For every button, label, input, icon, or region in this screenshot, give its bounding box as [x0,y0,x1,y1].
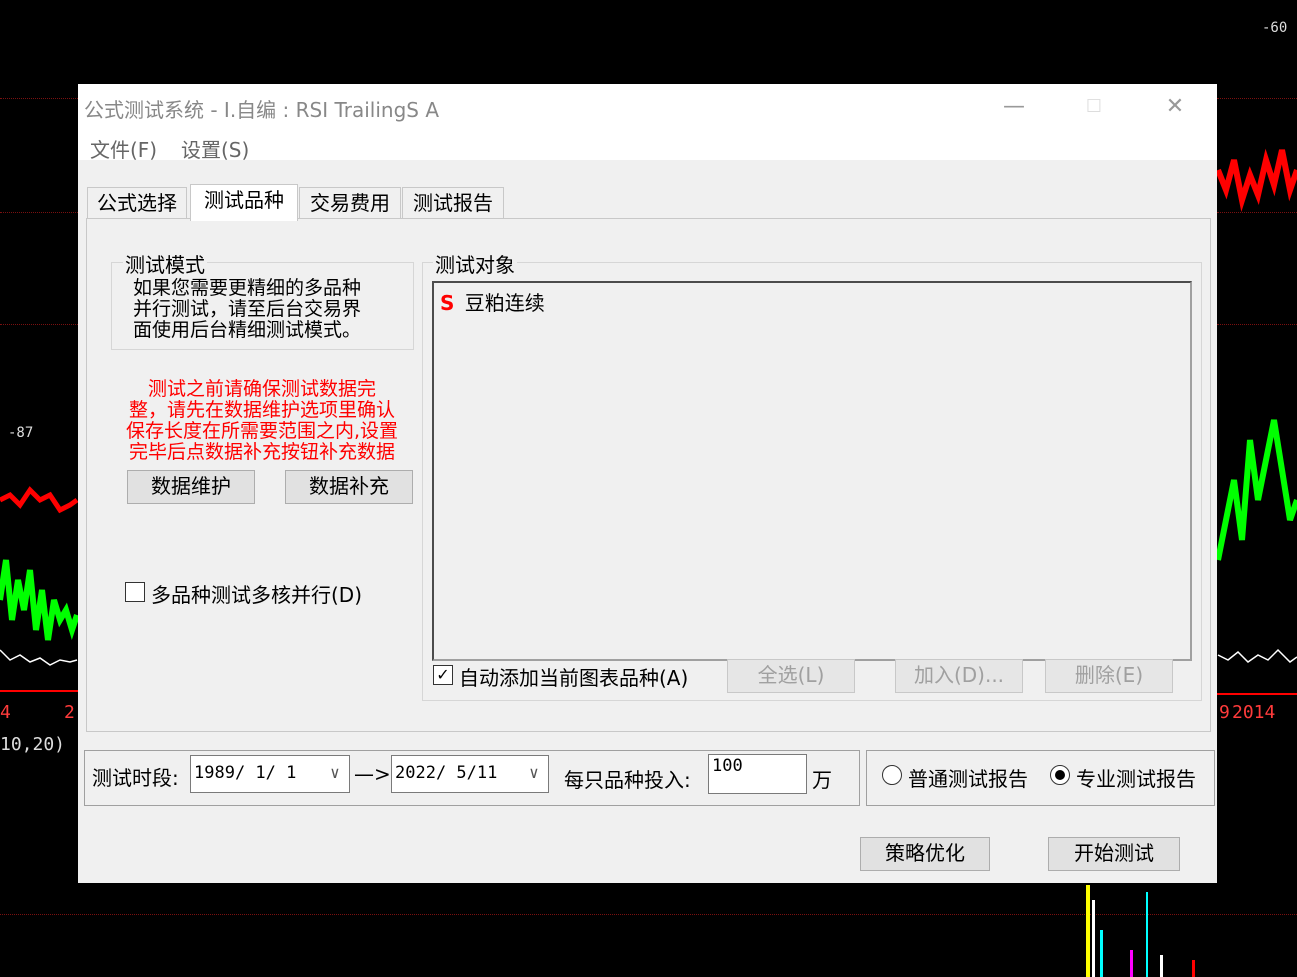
axis-year-label: 9 [1219,702,1230,723]
investment-unit: 万 [812,768,832,792]
data-maintain-button[interactable]: 数据维护 [127,470,255,504]
menu-settings[interactable]: 设置(S) [181,134,249,163]
start-test-button[interactable]: 开始测试 [1048,837,1180,871]
menu-bar: 文件(F) 设置(S) [78,128,1217,163]
radio-normal-report[interactable] [882,765,902,785]
delete-button[interactable]: 删除(E) [1045,659,1173,693]
multicore-checkbox[interactable] [125,582,145,602]
tab-formula-select[interactable]: 公式选择 [87,187,187,220]
axis-year-label: 2014 [1232,702,1276,723]
auto-add-label: 自动添加当前图表品种(A) [459,666,689,690]
list-item[interactable]: S 豆粕连续 [440,287,545,316]
tab-trading-fees[interactable]: 交易费用 [299,187,401,220]
tab-test-report[interactable]: 测试报告 [402,187,504,220]
axis-year-label: 4 [0,702,11,723]
title-bar: 公式测试系统 - I.自编 : RSI TrailingS A — ☐ ✕ [78,84,1217,128]
indicator-params-label: 10,20) [0,734,66,755]
radio-pro-report[interactable] [1050,765,1070,785]
warning-line: 完毕后点数据补充按钮补充数据 [128,441,395,463]
data-supplement-button[interactable]: 数据补充 [285,470,413,504]
pro-report-label: 专业测试报告 [1076,767,1196,791]
chevron-down-icon[interactable]: ∨ [524,756,544,790]
chevron-down-icon[interactable]: ∨ [325,756,345,790]
warning-line: 整，请先在数据维护选项里确认 [128,399,395,421]
tab-test-symbols[interactable]: 测试品种 [190,184,298,221]
test-objects-label: 测试对象 [433,249,517,278]
maximize-icon[interactable]: ☐ [1074,92,1114,122]
investment-input[interactable]: 100 [708,754,807,794]
window-title: 公式测试系统 - I.自编 : RSI TrailingS A [84,98,440,122]
start-date-combo[interactable]: 1989/ 1/ 1 ∨ [190,755,350,793]
strategy-marker: S [440,291,455,315]
investment-label: 每只品种投入: [564,768,691,792]
menu-file[interactable]: 文件(F) [90,134,157,163]
minimize-icon[interactable]: — [994,92,1034,122]
formula-test-dialog: 公式测试系统 - I.自编 : RSI TrailingS A — ☐ ✕ 文件… [78,84,1217,883]
warning-line: 测试之前请确保测试数据完 [147,378,376,400]
period-arrow: —> [354,762,391,786]
tab-panel-test-symbols: 测试模式 如果您需要更精细的多品种 并行测试，请至后台交易界 面使用后台精细测试… [86,218,1211,732]
close-icon[interactable]: ✕ [1155,92,1195,122]
period-label: 测试时段: [92,766,179,790]
auto-add-checkbox[interactable]: ✓ [433,665,453,685]
radio-selected-dot [1055,770,1065,780]
note-line: 如果您需要更精细的多品种 [133,277,362,299]
symbol-name: 豆粕连续 [464,291,545,315]
note-line: 并行测试，请至后台交易界 [133,298,362,320]
start-date-value: 1989/ 1/ 1 [194,763,297,783]
data-warning-text: 测试之前请确保测试数据完 整，请先在数据维护选项里确认 保存长度在所需要范围之内… [107,379,417,463]
test-mode-label: 测试模式 [123,249,207,278]
end-date-combo[interactable]: 2022/ 5/11 ∨ [391,755,549,793]
strategy-optimize-button[interactable]: 策略优化 [860,837,990,871]
note-line: 面使用后台精细测试模式。 [133,319,362,341]
test-mode-note: 如果您需要更精细的多品种 并行测试，请至后台交易界 面使用后台精细测试模式。 [133,278,361,341]
multicore-label: 多品种测试多核并行(D) [151,583,363,607]
normal-report-label: 普通测试报告 [908,767,1028,791]
select-all-button[interactable]: 全选(L) [727,659,855,693]
add-button[interactable]: 加入(D)... [895,659,1023,693]
chart-value-label: -60 [1262,20,1288,36]
end-date-value: 2022/ 5/11 [395,763,498,783]
test-objects-list[interactable]: S 豆粕连续 [432,281,1192,661]
warning-line: 保存长度在所需要范围之内,设置 [125,420,399,442]
axis-year-label: 2 [64,702,75,723]
chart-value-label: -87 [8,425,34,441]
